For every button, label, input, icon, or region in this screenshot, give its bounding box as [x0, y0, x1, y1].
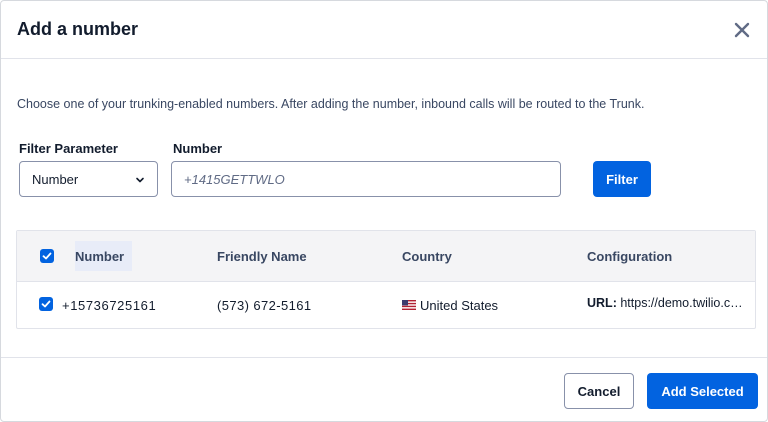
checkmark-icon: [42, 252, 52, 260]
filter-parameter-label: Filter Parameter: [19, 141, 118, 156]
number-label: Number: [173, 141, 223, 156]
column-header-friendly-name: Friendly Name: [217, 249, 307, 264]
modal-description: Choose one of your trunking-enabled numb…: [17, 97, 645, 111]
modal-header: Add a number: [1, 1, 767, 59]
table-header: Number Friendly Name Country Configurati…: [17, 231, 755, 282]
filter-parameter-value: Number: [32, 172, 79, 187]
chevron-down-icon: [136, 177, 144, 183]
add-number-modal: Add a number Choose one of your trunking…: [0, 0, 768, 422]
row-country: United States: [420, 298, 499, 313]
filter-parameter-select[interactable]: Number: [19, 161, 158, 197]
row-number: +15736725161: [62, 298, 157, 313]
close-icon: [734, 22, 750, 38]
us-flag-icon: [402, 300, 416, 310]
modal-footer-divider: [1, 357, 767, 358]
row-config-url: https://demo.twilio.com/welcome/voice/: [620, 296, 743, 310]
column-header-number-label: Number: [75, 249, 125, 264]
column-header-country: Country: [402, 249, 452, 264]
number-search-input[interactable]: [171, 161, 561, 197]
row-configuration: URL: https://demo.twilio.com/welcome/voi…: [587, 296, 743, 310]
add-selected-button[interactable]: Add Selected: [647, 373, 758, 409]
row-config-label: URL:: [587, 296, 617, 310]
cancel-button[interactable]: Cancel: [564, 373, 634, 409]
column-header-number[interactable]: Number: [75, 241, 133, 271]
checkmark-icon: [41, 300, 51, 308]
row-friendly-name: (573) 672-5161: [217, 298, 312, 313]
column-header-configuration: Configuration: [587, 249, 673, 264]
select-all-checkbox[interactable]: [40, 249, 54, 263]
close-button[interactable]: [731, 19, 753, 41]
modal-title: Add a number: [17, 19, 139, 39]
row-checkbox[interactable]: [39, 297, 53, 311]
numbers-table: Number Friendly Name Country Configurati…: [16, 230, 756, 329]
filter-button[interactable]: Filter: [593, 161, 651, 197]
